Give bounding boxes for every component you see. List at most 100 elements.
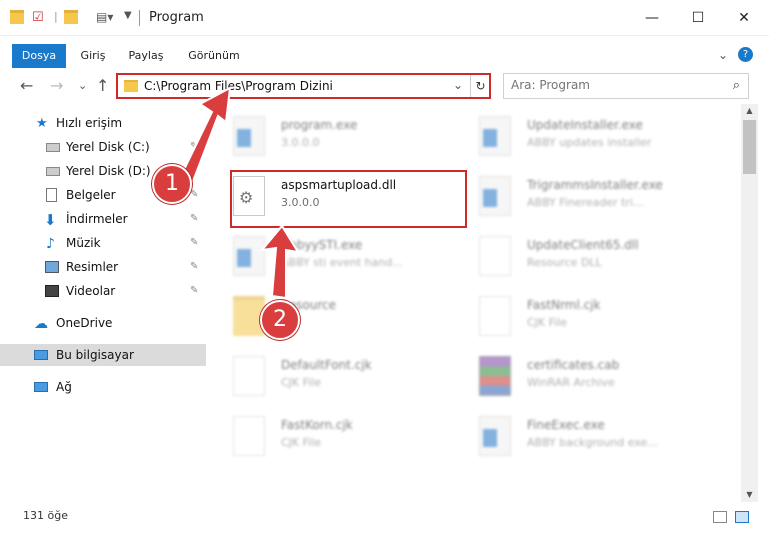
file-item[interactable]: UpdateClient65.dll Resource DLL — [461, 228, 701, 284]
folder-icon — [10, 10, 24, 24]
sidebar-item-network[interactable]: Ağ — [0, 376, 206, 398]
file-item[interactable]: UpdateInstaller.exe ABBY updates install… — [461, 108, 701, 164]
sidebar-item-label: OneDrive — [56, 316, 113, 330]
file-name: DefaultFont.cjk — [281, 358, 372, 372]
dll-gear-icon — [479, 236, 511, 276]
recent-locations-button[interactable]: ⌄ — [78, 79, 87, 92]
exe-icon — [479, 116, 511, 156]
scroll-down-icon[interactable]: ▼ — [741, 488, 758, 502]
search-box[interactable]: ⌕ — [503, 73, 749, 99]
maximize-button[interactable]: ☐ — [675, 0, 721, 36]
callout-badge-1: 1 — [152, 164, 192, 204]
sidebar-item-music[interactable]: ♪ Müzik ✎ — [0, 232, 206, 254]
file-item[interactable]: FastNrml.cjk CJK File — [461, 288, 701, 344]
file-item[interactable]: FastKorn.cjk CJK File — [215, 408, 455, 464]
sidebar-item-quick-access[interactable]: ★ Hızlı erişim — [0, 112, 206, 134]
customize-toolbar-icon[interactable]: ▤▾ — [96, 10, 113, 28]
installer-icon — [233, 116, 265, 156]
file-description: Resource DLL — [527, 256, 602, 269]
file-description: CJK File — [281, 436, 322, 449]
file-name: FineExec.exe — [527, 418, 605, 432]
file-item[interactable]: DefaultFont.cjk CJK File — [215, 348, 455, 404]
file-description: CJK File — [527, 316, 568, 329]
expand-ribbon-icon[interactable]: ⌄ — [718, 48, 728, 62]
sidebar-item-label: Belgeler — [66, 188, 116, 202]
address-path[interactable]: C:\Program Files\Program Dizini — [144, 79, 333, 93]
file-item[interactable]: FineExec.exe ABBY background exe... — [461, 408, 701, 464]
new-folder-icon[interactable] — [64, 10, 78, 24]
help-icon[interactable]: ? — [738, 47, 753, 62]
details-view-icon[interactable] — [713, 511, 727, 523]
file-item[interactable]: certificates.cab WinRAR Archive — [461, 348, 701, 404]
star-icon: ★ — [36, 116, 48, 131]
file-item[interactable]: program.exe 3.0.0.0 — [215, 108, 455, 164]
computer-icon — [34, 350, 48, 360]
item-count: 131 öğe — [23, 509, 68, 522]
sidebar-item-videos[interactable]: Videolar ✎ — [0, 280, 206, 302]
sidebar-item-downloads[interactable]: ⬇ İndirmeler ✎ — [0, 208, 206, 230]
sidebar-item-label: Yerel Disk (C:) — [66, 140, 150, 154]
pin-icon[interactable]: ✎ — [190, 256, 198, 278]
file-item[interactable]: AbbyySTI.exe ABBY sti event hand... — [215, 228, 455, 284]
sidebar-item-label: Bu bilgisayar — [56, 348, 134, 362]
file-name: TrigrammsInstaller.exe — [527, 178, 663, 192]
vertical-scrollbar[interactable]: ▲ ▼ — [741, 104, 758, 502]
picture-icon — [45, 261, 59, 273]
address-bar[interactable]: C:\Program Files\Program Dizini ⌄ ↻ — [116, 73, 491, 99]
target-file-highlight — [230, 170, 467, 228]
document-icon — [233, 356, 265, 396]
file-item[interactable]: Resource — [215, 288, 455, 344]
file-description: ABBY Finereader tri... — [527, 196, 644, 209]
address-dropdown-icon[interactable]: ⌄ — [453, 78, 463, 92]
sidebar-item-label: Videolar — [66, 284, 116, 298]
sidebar-item-pictures[interactable]: Resimler ✎ — [0, 256, 206, 278]
search-icon[interactable]: ⌕ — [733, 78, 740, 93]
archive-icon — [479, 356, 511, 396]
large-icons-view-icon[interactable] — [735, 511, 749, 523]
scroll-up-icon[interactable]: ▲ — [741, 104, 758, 118]
file-name: UpdateInstaller.exe — [527, 118, 643, 132]
file-version: 3.0.0.0 — [281, 136, 320, 149]
chevron-down-icon[interactable]: ▼ — [124, 10, 132, 28]
folder-icon — [124, 80, 138, 92]
close-button[interactable]: ✕ — [721, 0, 767, 36]
sidebar-item-label: Müzik — [66, 236, 101, 250]
title-separator — [139, 10, 140, 26]
tab-paylas[interactable]: Paylaş — [124, 44, 168, 68]
file-name: FastNrml.cjk — [527, 298, 601, 312]
download-icon: ⬇ — [44, 211, 57, 229]
tab-gorunum[interactable]: Görünüm — [184, 44, 244, 68]
tab-dosya[interactable]: Dosya — [12, 44, 66, 68]
exe-icon — [479, 416, 511, 456]
back-button[interactable]: ← — [20, 76, 33, 95]
pin-icon[interactable]: ✎ — [190, 136, 198, 158]
refresh-button[interactable]: ↻ — [470, 75, 490, 97]
up-button[interactable]: ↑ — [96, 76, 109, 95]
exe-icon — [479, 176, 511, 216]
file-name: certificates.cab — [527, 358, 620, 372]
sidebar-item-this-pc[interactable]: Bu bilgisayar — [0, 344, 206, 366]
file-name: FastKorn.cjk — [281, 418, 353, 432]
music-icon: ♪ — [46, 236, 55, 252]
pin-icon[interactable]: ✎ — [190, 280, 198, 302]
document-icon — [46, 188, 57, 202]
pin-icon[interactable]: ✎ — [190, 232, 198, 254]
file-name: program.exe — [281, 118, 358, 132]
video-icon — [45, 285, 59, 297]
file-name: UpdateClient65.dll — [527, 238, 639, 252]
forward-button[interactable]: → — [50, 76, 63, 95]
scrollbar-thumb[interactable] — [743, 120, 756, 174]
search-input[interactable] — [511, 78, 711, 92]
sidebar-item-onedrive[interactable]: ☁ OneDrive — [0, 312, 206, 334]
sidebar-item-disk-c[interactable]: Yerel Disk (C:) ✎ — [0, 136, 206, 158]
callout-badge-2: 2 — [260, 300, 300, 340]
sidebar-item-label: Hızlı erişim — [56, 116, 123, 130]
pin-icon[interactable]: ✎ — [190, 208, 198, 230]
file-description: ABBY sti event hand... — [281, 256, 403, 269]
tab-giris[interactable]: Giriş — [76, 44, 110, 68]
sidebar-item-label: İndirmeler — [66, 212, 128, 226]
properties-icon[interactable]: ☑ — [32, 10, 44, 28]
sidebar-item-label: Resimler — [66, 260, 119, 274]
minimize-button[interactable]: — — [629, 0, 675, 36]
file-item[interactable]: TrigrammsInstaller.exe ABBY Finereader t… — [461, 168, 701, 224]
